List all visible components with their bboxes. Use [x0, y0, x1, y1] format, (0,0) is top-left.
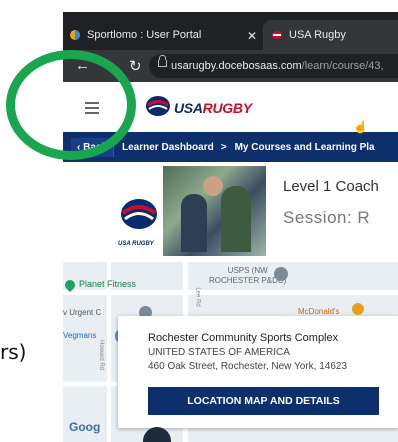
url-field[interactable]: usarugby.docebosaas.com/learn/course/43,: [149, 54, 398, 78]
browser-tab-bar: Sportlomo : User Portal ✕ USA Rugby: [63, 12, 398, 50]
breadcrumb-separator: >: [220, 141, 227, 153]
logo-rugby: RUGBY: [202, 100, 252, 116]
breadcrumb-my-courses[interactable]: My Courses and Learning Pla: [235, 142, 375, 153]
map-label-lee-rd: Lee Rd: [194, 287, 201, 307]
lock-icon: [158, 55, 167, 67]
google-logo: Goog: [69, 420, 101, 434]
green-circle-annotation: [6, 50, 136, 160]
session-label: Session: R: [283, 208, 371, 227]
map-label-planet-fitness: Planet Fitness: [79, 279, 137, 289]
url-path: /learn/course/43,: [301, 60, 384, 72]
map-label-urgent-care: v Urgent C: [63, 308, 102, 317]
location-info-card: Rochester Community Sports Complex UNITE…: [118, 316, 398, 428]
sportlomo-favicon-icon: [70, 30, 80, 40]
course-header: USA RUGBY Level 1 Coach Session: R: [63, 162, 398, 262]
close-tab-icon[interactable]: ✕: [247, 29, 257, 43]
reload-icon[interactable]: ↻: [129, 57, 142, 75]
url-host: usarugby.docebosaas.com: [171, 60, 302, 72]
course-logo-text: USA RUGBY: [118, 241, 154, 247]
tab-sportlomo[interactable]: Sportlomo : User Portal: [63, 20, 239, 50]
location-map[interactable]: Planet Fitness USPS (NW ROCHESTER P&DC) M…: [63, 262, 398, 442]
logo-usa: USA: [174, 100, 203, 116]
usps-pin-icon[interactable]: [274, 267, 288, 281]
course-logo-icon: [121, 199, 157, 229]
location-map-details-button[interactable]: LOCATION MAP AND DETAILS: [148, 387, 379, 415]
usa-rugby-logo-icon: [146, 96, 170, 116]
course-title: Level 1 Coach: [283, 178, 379, 195]
tab-usa-rugby[interactable]: USA Rugby: [263, 20, 398, 50]
map-label-wegmans: Vegmans: [63, 331, 97, 340]
location-name: Rochester Community Sports Complex: [148, 332, 339, 344]
usa-rugby-favicon-icon: [272, 31, 282, 39]
partial-caption-text: rs): [0, 340, 27, 364]
breadcrumb-learner-dashboard[interactable]: Learner Dashboard: [122, 142, 214, 153]
tab-label: USA Rugby: [289, 29, 346, 41]
location-country: UNITED STATES OF AMERICA: [148, 347, 290, 358]
map-control-button[interactable]: [143, 427, 171, 442]
course-thumbnail: [163, 166, 266, 256]
map-label-mcdonalds: McDonald's: [298, 307, 340, 316]
tab-label: Sportlomo : User Portal: [87, 29, 202, 41]
map-label-howard-rd: Howard Rd: [98, 339, 105, 371]
mouse-cursor-icon: ☝: [353, 120, 368, 134]
location-address: 460 Oak Street, Rochester, New York, 146…: [148, 361, 348, 372]
mcdonalds-pin-icon[interactable]: [352, 303, 364, 315]
site-logo-text[interactable]: USARUGBY: [174, 100, 252, 116]
